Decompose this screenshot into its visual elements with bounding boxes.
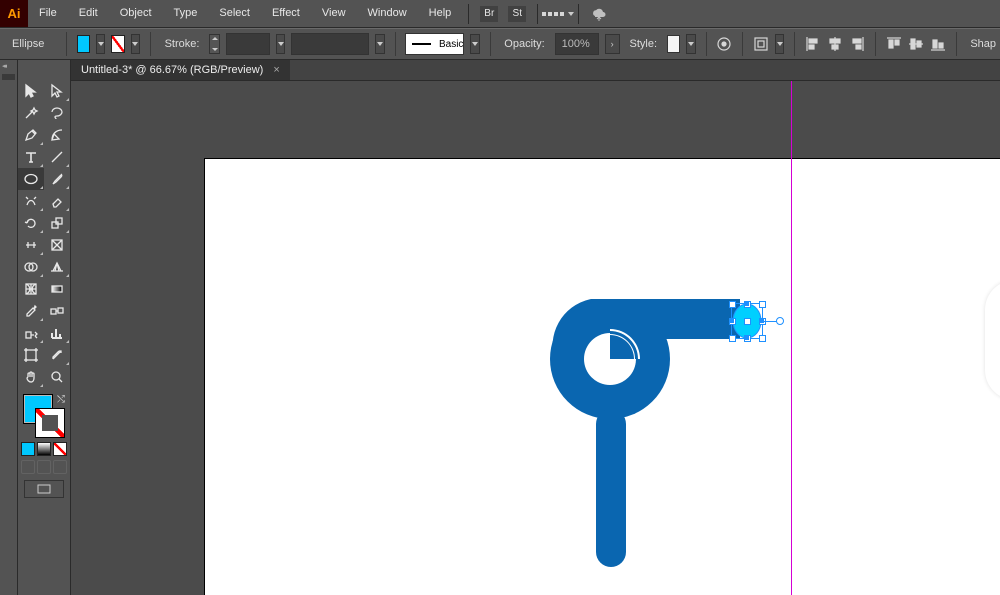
- menu-type[interactable]: Type: [163, 0, 209, 27]
- graphic-style-swatch[interactable]: [667, 35, 680, 53]
- stroke-dropdown[interactable]: [131, 34, 140, 54]
- fill-color-swatch[interactable]: [77, 35, 90, 53]
- sync-settings-button[interactable]: [588, 3, 610, 25]
- menu-help[interactable]: Help: [418, 0, 463, 27]
- eraser-tool[interactable]: [44, 190, 70, 212]
- artwork-shape-overlay: [550, 299, 810, 589]
- close-tab-icon[interactable]: ×: [273, 64, 279, 76]
- align-to-dd[interactable]: [775, 34, 784, 54]
- color-mode-row: [20, 442, 68, 456]
- shape-tools-label[interactable]: Shap: [966, 38, 1000, 50]
- blend-tool[interactable]: [44, 300, 70, 322]
- lasso-tool[interactable]: [44, 102, 70, 124]
- slice-tool[interactable]: [44, 344, 70, 366]
- shape-builder-tool[interactable]: [18, 256, 44, 278]
- draw-normal[interactable]: [21, 460, 35, 474]
- artboard-tool[interactable]: [18, 344, 44, 366]
- selection-tool[interactable]: [18, 80, 44, 102]
- zoom-tool[interactable]: [44, 366, 70, 388]
- screen-mode-button[interactable]: [24, 480, 64, 498]
- left-panel-toggle[interactable]: [0, 60, 18, 595]
- paintbrush-tool[interactable]: [44, 168, 70, 190]
- vertical-guide[interactable]: [791, 81, 792, 595]
- curvature-tool[interactable]: [44, 124, 70, 146]
- menu-bar: Ai File Edit Object Type Select Effect V…: [0, 0, 1000, 28]
- stock-button[interactable]: St: [506, 3, 528, 25]
- stroke-profile-dd[interactable]: [375, 34, 384, 54]
- align-top-button[interactable]: [886, 35, 902, 53]
- magic-wand-tool[interactable]: [18, 102, 44, 124]
- shaper-tool[interactable]: [18, 190, 44, 212]
- align-right-button[interactable]: [849, 35, 865, 53]
- style-label: Style:: [626, 38, 662, 50]
- stroke-weight-stepper[interactable]: [209, 34, 220, 54]
- align-to-button[interactable]: [753, 35, 769, 53]
- stroke-weight-field[interactable]: [226, 33, 270, 55]
- align-left-button[interactable]: [805, 35, 821, 53]
- pen-tool[interactable]: [18, 124, 44, 146]
- brush-dd[interactable]: [470, 34, 479, 54]
- eyedropper-tool[interactable]: [18, 300, 44, 322]
- type-tool[interactable]: [18, 146, 44, 168]
- swap-fill-stroke-icon[interactable]: ⤭: [57, 394, 65, 405]
- menu-effect[interactable]: Effect: [261, 0, 311, 27]
- menu-view[interactable]: View: [311, 0, 357, 27]
- app-logo: Ai: [0, 0, 28, 27]
- color-mode-none[interactable]: [53, 442, 67, 456]
- stroke-weight-dd[interactable]: [276, 34, 285, 54]
- scale-tool[interactable]: [44, 212, 70, 234]
- document-tab[interactable]: Untitled-3* @ 66.67% (RGB/Preview) ×: [71, 60, 290, 80]
- draw-mode-row: [20, 460, 68, 474]
- align-vcenter-button[interactable]: [908, 35, 924, 53]
- menu-window[interactable]: Window: [357, 0, 418, 27]
- opacity-field[interactable]: 100%: [555, 33, 599, 55]
- rotate-tool[interactable]: [18, 212, 44, 234]
- draw-behind[interactable]: [37, 460, 51, 474]
- direct-selection-tool[interactable]: [44, 80, 70, 102]
- canvas[interactable]: [71, 81, 1000, 595]
- bridge-button[interactable]: Br: [478, 3, 500, 25]
- free-transform-tool[interactable]: [44, 234, 70, 256]
- recolor-artwork-button[interactable]: [716, 35, 732, 53]
- line-segment-tool[interactable]: [44, 146, 70, 168]
- color-mode-solid[interactable]: [21, 442, 35, 456]
- perspective-grid-tool[interactable]: [44, 256, 70, 278]
- color-mode-gradient[interactable]: [37, 442, 51, 456]
- stroke-color-swatch[interactable]: [111, 35, 124, 53]
- opacity-dd[interactable]: ›: [605, 34, 620, 54]
- document-tabstrip: Untitled-3* @ 66.67% (RGB/Preview) ×: [71, 60, 1000, 81]
- tool-panel: ⤭: [18, 60, 71, 595]
- fill-dropdown[interactable]: [96, 34, 105, 54]
- ellipse-tool[interactable]: [18, 168, 44, 190]
- document-tab-title: Untitled-3* @ 66.67% (RGB/Preview): [81, 64, 263, 76]
- hand-tool[interactable]: [18, 366, 44, 388]
- gradient-tool[interactable]: [44, 278, 70, 300]
- menu-edit[interactable]: Edit: [68, 0, 109, 27]
- align-hcenter-button[interactable]: [827, 35, 843, 53]
- brush-definition[interactable]: Basic: [405, 33, 464, 55]
- symbol-sprayer-tool[interactable]: [18, 322, 44, 344]
- menu-file[interactable]: File: [28, 0, 68, 27]
- menu-object[interactable]: Object: [109, 0, 163, 27]
- opacity-label: Opacity:: [500, 38, 548, 50]
- selection-bounding-box: [731, 303, 763, 339]
- style-dd[interactable]: [686, 34, 695, 54]
- active-tool-label: Ellipse: [8, 38, 56, 50]
- control-bar: Ellipse Stroke: Basic Opacity: 100% › St…: [0, 28, 1000, 60]
- menu-select[interactable]: Select: [208, 0, 261, 27]
- draw-inside[interactable]: [53, 460, 67, 474]
- stroke-indicator[interactable]: [35, 408, 65, 438]
- align-bottom-button[interactable]: [930, 35, 946, 53]
- column-graph-tool[interactable]: [44, 322, 70, 344]
- width-tool[interactable]: [18, 234, 44, 256]
- right-edge-arc: [985, 280, 1000, 400]
- stroke-weight-label: Stroke:: [161, 38, 204, 50]
- fill-stroke-indicator[interactable]: ⤭: [23, 394, 65, 438]
- stroke-profile-field[interactable]: [291, 33, 369, 55]
- artboard: [205, 159, 1000, 595]
- arrange-documents-button[interactable]: [547, 3, 569, 25]
- mesh-tool[interactable]: [18, 278, 44, 300]
